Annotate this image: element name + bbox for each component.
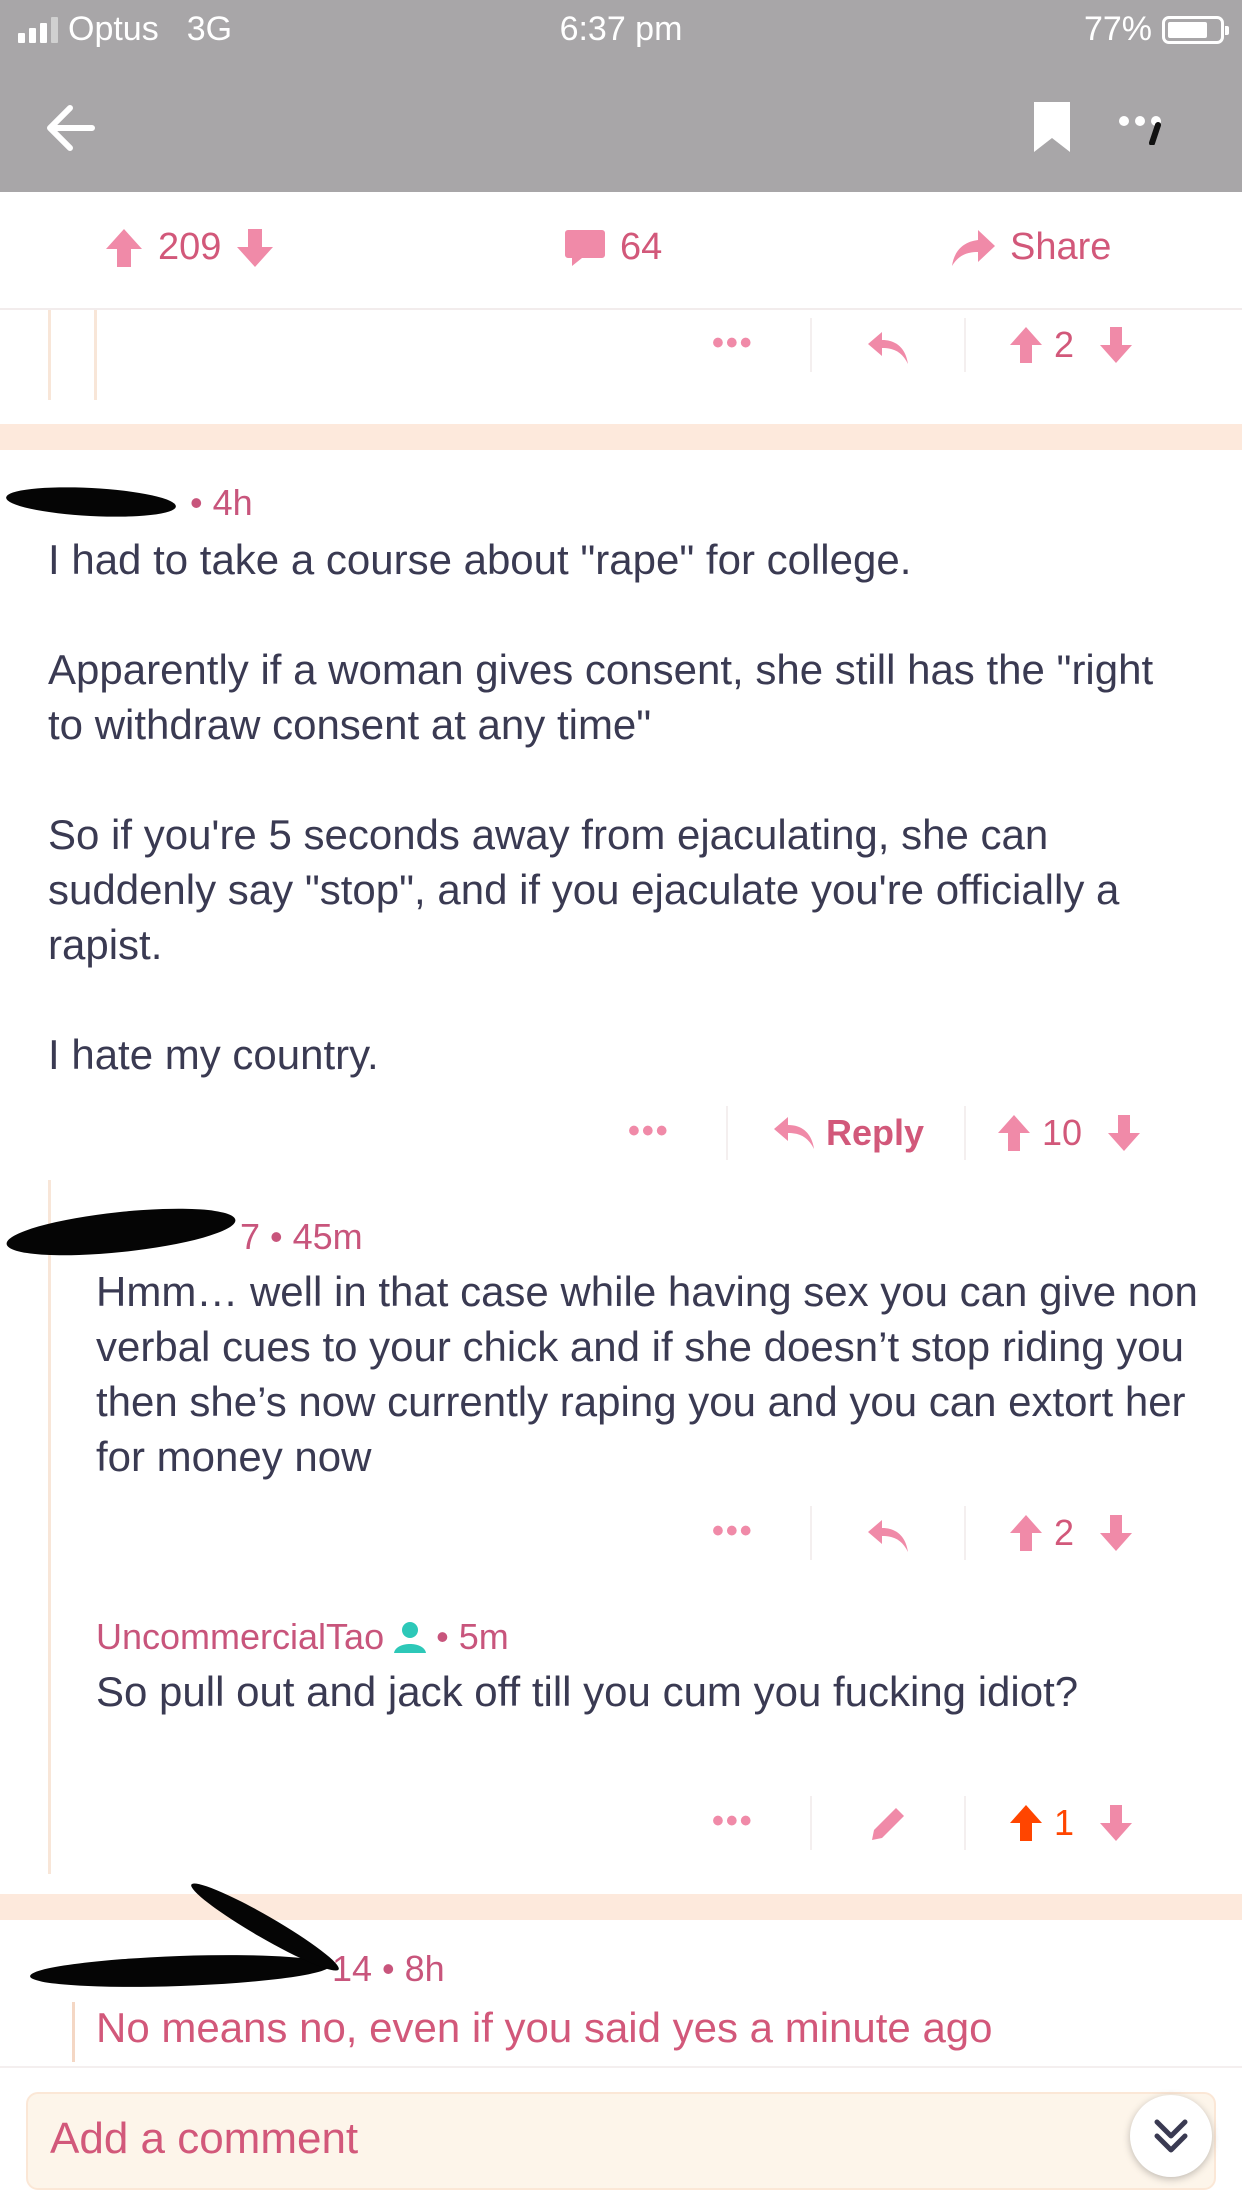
reply1-meta: 7 • 45m (240, 1216, 363, 1257)
separator (964, 1106, 966, 1160)
upvote-icon[interactable] (1008, 325, 1044, 365)
comment1-score: 10 (1042, 1112, 1083, 1153)
downvote-icon[interactable] (1098, 325, 1134, 365)
back-arrow-icon[interactable] (40, 96, 104, 160)
post-action-bar: 209 64 Share (0, 192, 1242, 310)
upvote-active-icon[interactable] (1008, 1803, 1044, 1843)
stub-actions: ••• 2 (0, 310, 1242, 380)
stub-score: 2 (1054, 324, 1075, 365)
separator (964, 1506, 966, 1560)
comment1-vote-group: 10 (996, 1112, 1142, 1154)
reply-arrow-icon[interactable] (866, 330, 910, 366)
post-score: 209 (158, 226, 222, 268)
more-dots-icon[interactable]: ••• (712, 1802, 754, 1841)
battery-percent: 77% (1083, 10, 1152, 48)
jump-next-button[interactable] (1130, 2095, 1212, 2177)
reply1-actions: ••• 2 (0, 1498, 1242, 1568)
comment-composer-bar: Add a comment (0, 2066, 1242, 2208)
more-dots-icon[interactable]: ••• (712, 324, 754, 363)
stub-vote-group: 2 (1008, 324, 1134, 366)
share-label: Share (1010, 226, 1112, 268)
downvote-icon[interactable] (1098, 1513, 1134, 1553)
reply-button[interactable]: Reply (772, 1112, 924, 1154)
downvote-icon[interactable] (235, 227, 275, 269)
reply2-body: So pull out and jack off till you cum yo… (96, 1668, 1079, 1715)
separator (726, 1106, 728, 1160)
redaction-mark (5, 483, 177, 521)
reply2-time: • 5m (436, 1616, 509, 1657)
separator (810, 1796, 812, 1850)
upvote-icon[interactable] (996, 1113, 1032, 1153)
bookmark-icon[interactable] (1032, 100, 1072, 154)
comment-placeholder: Add a comment (50, 2114, 359, 2163)
section-divider (0, 1894, 1242, 1920)
more-dots-icon[interactable]: ••• (712, 1512, 754, 1551)
comment2-meta: 14 • 8h (332, 1948, 445, 1989)
reply2-username[interactable]: UncommercialTao (96, 1616, 384, 1658)
separator (810, 1506, 812, 1560)
comment-body: I had to take a course about "rape" for … (48, 536, 1154, 1078)
status-right: 77% (1083, 10, 1229, 49)
comments-button[interactable]: 64 (564, 226, 662, 269)
downvote-icon[interactable] (1106, 1113, 1142, 1153)
clock: 6:37 pm (559, 10, 683, 48)
more-dots-icon[interactable]: ••• (628, 1112, 670, 1151)
reply1-score: 2 (1054, 1512, 1075, 1553)
quote-line (72, 2002, 75, 2062)
separator (964, 318, 966, 372)
section-divider (0, 424, 1242, 450)
comment2-body: No means no, even if you said yes a minu… (96, 2004, 993, 2051)
add-comment-input[interactable]: Add a comment (26, 2092, 1216, 2190)
upvote-icon[interactable] (104, 227, 144, 269)
reply1-body: Hmm… well in that case while having sex … (96, 1268, 1210, 1480)
post-vote-group: 209 (104, 226, 275, 269)
more-options-icon[interactable] (1118, 115, 1174, 145)
reply2-meta: UncommercialTao • 5m (96, 1616, 509, 1658)
reply-label: Reply (826, 1112, 925, 1153)
reply2-score: 1 (1054, 1802, 1075, 1843)
nav-bar (0, 60, 1242, 192)
comment-meta: • 4h (190, 482, 253, 523)
comment1-actions: ••• Reply 10 (0, 1098, 1242, 1168)
redaction-mark (29, 1950, 331, 1992)
share-arrow-icon (952, 229, 995, 266)
reply2-actions: ••• 1 (0, 1788, 1242, 1858)
share-button[interactable]: Share (950, 226, 1111, 269)
user-icon (394, 1622, 427, 1653)
status-bar: Optus 3G 6:37 pm 77% (0, 0, 1242, 60)
downvote-icon[interactable] (1098, 1803, 1134, 1843)
comments-count: 64 (620, 226, 663, 268)
reply-arrow-icon (774, 1117, 814, 1149)
redaction-mark (4, 1200, 238, 1264)
double-chevron-down-icon (1154, 2119, 1188, 2153)
reply1-vote-group: 2 (1008, 1512, 1134, 1554)
separator (810, 318, 812, 372)
comment-bubble-icon (565, 229, 605, 266)
separator (964, 1796, 966, 1850)
reply-arrow-icon[interactable] (866, 1518, 910, 1554)
edit-pencil-icon[interactable] (868, 1804, 908, 1844)
battery-icon (1162, 15, 1229, 44)
reply2-vote-group: 1 (1008, 1802, 1134, 1844)
upvote-icon[interactable] (1008, 1513, 1044, 1553)
